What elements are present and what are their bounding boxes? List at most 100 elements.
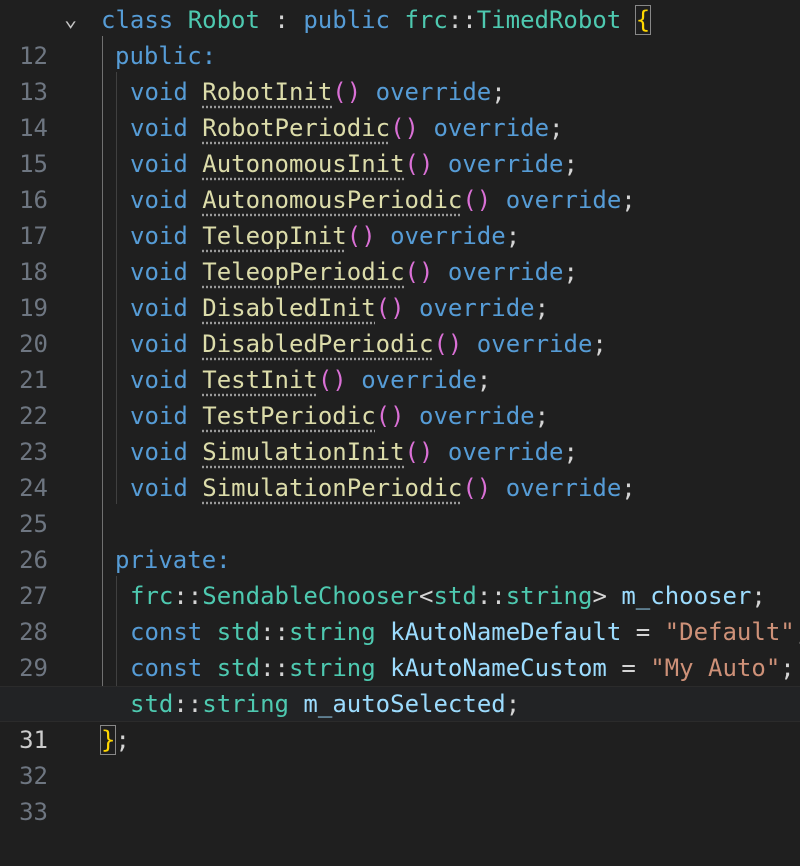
semicolon: ; [563, 438, 578, 466]
code-line-21[interactable]: 21 void DisabledPeriodic() override; [0, 326, 800, 394]
code-line-18[interactable]: 18 void TeleopInit() override; [0, 218, 800, 286]
parens: () [390, 114, 419, 142]
code-text[interactable]: void SimulationInit() override; [130, 434, 578, 470]
string-literal: "Default" [664, 618, 795, 646]
code-text[interactable]: void TeleopInit() override; [130, 218, 520, 254]
namespace: std [216, 654, 261, 682]
code-text[interactable]: void AutonomousPeriodic() override; [130, 182, 636, 218]
code-text[interactable]: void TestPeriodic() override; [130, 398, 549, 434]
template-close: > [592, 582, 607, 610]
code-text[interactable]: void DisabledInit() override; [130, 290, 549, 326]
assign-operator: = [635, 618, 651, 646]
access-specifier: public: [115, 42, 217, 70]
function-name: DisabledPeriodic [202, 330, 434, 358]
code-text[interactable]: const std::string kAutoNameCustom = "My … [130, 650, 795, 686]
parens: () [462, 186, 492, 214]
code-line-26[interactable]: 26 [0, 506, 800, 574]
code-text[interactable]: public: [115, 38, 216, 74]
scope-operator: :: [447, 6, 477, 34]
semicolon: ; [491, 78, 506, 106]
code-line-30[interactable]: 30 const std::string kAutoNameCustom = "… [0, 650, 800, 718]
code-line-24[interactable]: 24 void SimulationInit() override; [0, 434, 800, 502]
code-line-25[interactable]: 25 void SimulationPeriodic() override; [0, 470, 800, 538]
code-line-12[interactable]: 12 ⌄ class Robot : public frc::TimedRobo… [0, 2, 800, 70]
open-brace-matched: { [634, 5, 652, 35]
code-line-19[interactable]: 19 void TeleopPeriodic() override; [0, 254, 800, 322]
keyword-void: void [130, 366, 188, 394]
code-line-15[interactable]: 15 void RobotPeriodic() override; [0, 110, 800, 178]
keyword-override: override [419, 294, 535, 322]
code-line-17[interactable]: 17 void AutonomousPeriodic() override; [0, 182, 800, 250]
code-text[interactable]: std::string m_autoSelected; [130, 686, 520, 722]
code-line-16[interactable]: 16 void AutonomousInit() override; [0, 146, 800, 214]
semicolon: ; [115, 726, 130, 754]
code-line-31-current[interactable]: 31 std::string m_autoSelected; [0, 686, 800, 754]
keyword-void: void [130, 330, 188, 358]
semicolon: ; [621, 186, 636, 214]
code-text[interactable]: void SimulationPeriodic() override; [130, 470, 636, 506]
keyword-override: override [447, 258, 564, 286]
assign-operator: = [621, 654, 636, 682]
code-line-29[interactable]: 29 const std::string kAutoNameDefault = … [0, 614, 800, 682]
code-text[interactable]: void TestInit() override; [130, 362, 491, 398]
scope-operator: :: [260, 654, 289, 682]
line-number: 33 [19, 798, 48, 826]
fold-chevron-down-icon[interactable]: ⌄ [64, 2, 86, 38]
close-brace-matched: } [99, 725, 117, 755]
semicolon: ; [505, 690, 521, 718]
code-text[interactable]: const std::string kAutoNameDefault = "De… [130, 614, 800, 650]
variable-name: kAutoNameDefault [390, 618, 622, 646]
function-name: RobotPeriodic [202, 114, 391, 142]
code-line-22[interactable]: 22 void TestInit() override; [0, 362, 800, 430]
code-text[interactable]: void TeleopPeriodic() override; [130, 254, 578, 290]
function-name: TeleopPeriodic [202, 258, 405, 286]
namespace: std [216, 618, 261, 646]
variable-name: kAutoNameCustom [390, 654, 607, 682]
function-name: TestInit [202, 366, 318, 394]
keyword-override: override [447, 150, 564, 178]
code-text[interactable]: void RobotInit() override; [130, 74, 506, 110]
code-line-23[interactable]: 23 void TestPeriodic() override; [0, 398, 800, 466]
variable-name: m_autoSelected [303, 690, 506, 718]
code-editor[interactable]: 12 ⌄ class Robot : public frc::TimedRobo… [0, 0, 800, 826]
code-line-33[interactable]: 33 [0, 758, 800, 826]
class-name: Robot [187, 6, 260, 34]
keyword-void: void [130, 150, 188, 178]
keyword-public: public [303, 6, 391, 34]
semicolon: ; [592, 330, 607, 358]
code-text[interactable]: frc::SendableChooser<std::string> m_choo… [130, 578, 766, 614]
keyword-override: override [390, 222, 506, 250]
code-text[interactable]: void DisabledPeriodic() override; [130, 326, 607, 362]
semicolon: ; [751, 582, 766, 610]
type-name: string [288, 654, 376, 682]
code-line-13[interactable]: 13 public: [0, 38, 800, 106]
code-text[interactable]: }; [99, 722, 130, 758]
parens: () [346, 222, 376, 250]
keyword-void: void [130, 78, 188, 106]
keyword-override: override [476, 330, 593, 358]
code-line-32[interactable]: 32 }; [0, 722, 800, 790]
semicolon: ; [476, 366, 492, 394]
keyword-override: override [505, 474, 622, 502]
colon: : [274, 6, 289, 34]
code-text[interactable]: private: [115, 542, 231, 578]
keyword-void: void [130, 474, 188, 502]
code-line-27[interactable]: 27 private: [0, 542, 800, 610]
semicolon: ; [621, 474, 636, 502]
semicolon: ; [563, 258, 578, 286]
code-line-20[interactable]: 20 void DisabledInit() override; [0, 290, 800, 358]
code-text[interactable]: void RobotPeriodic() override; [130, 110, 564, 146]
keyword-void: void [130, 258, 188, 286]
parens: () [404, 258, 434, 286]
semicolon: ; [795, 618, 800, 646]
parens: () [332, 78, 362, 106]
code-line-28[interactable]: 28 frc::SendableChooser<std::string> m_c… [0, 578, 800, 646]
code-text[interactable]: void AutonomousInit() override; [130, 146, 578, 182]
semicolon: ; [563, 150, 578, 178]
keyword-const: const [130, 618, 203, 646]
keyword-override: override [375, 78, 492, 106]
code-line-14[interactable]: 14 void RobotInit() override; [0, 74, 800, 142]
semicolon: ; [534, 402, 550, 430]
code-text[interactable]: class Robot : public frc::TimedRobot { [101, 2, 652, 38]
string-literal: "My Auto" [650, 654, 781, 682]
